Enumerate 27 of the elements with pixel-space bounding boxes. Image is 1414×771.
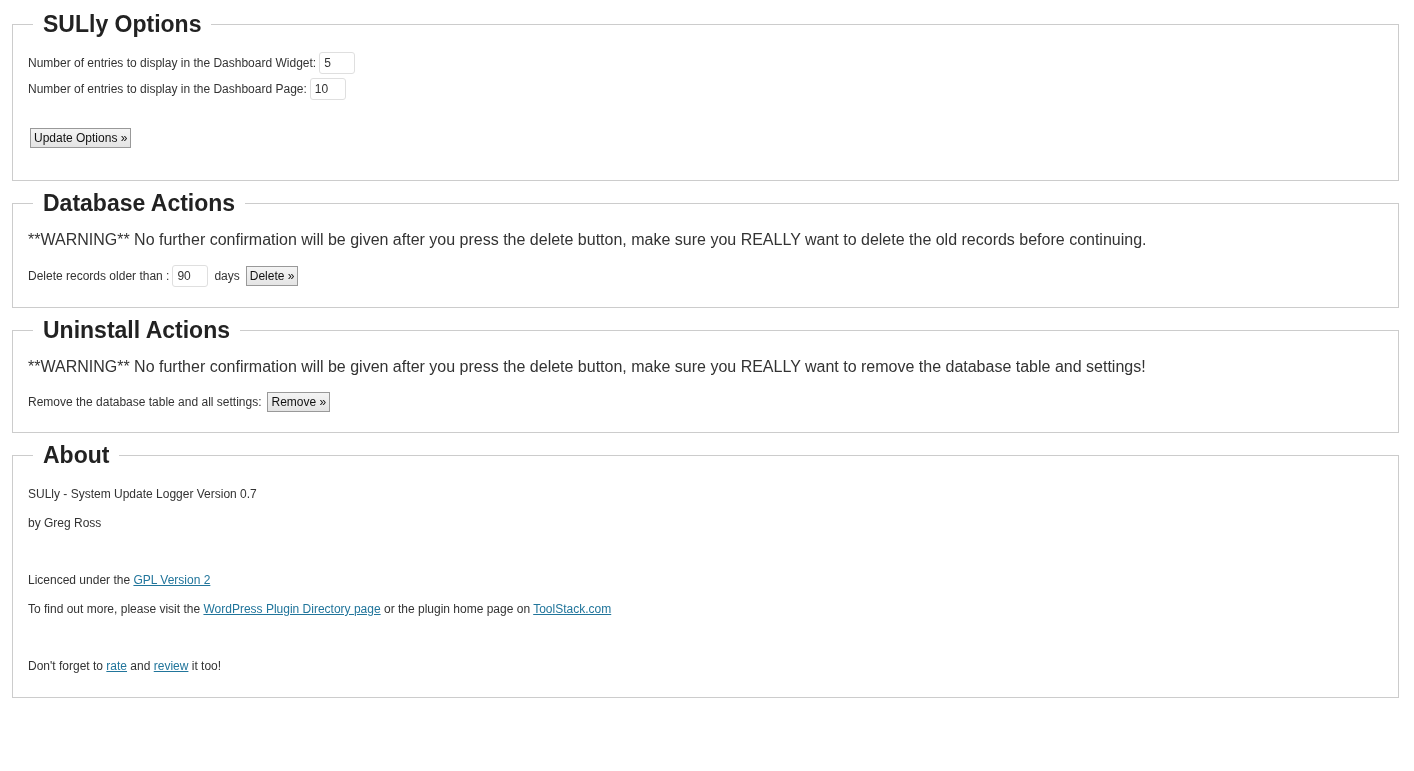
section-title: Database Actions: [42, 189, 237, 218]
action-label: Delete records older than :: [28, 269, 170, 283]
link[interactable]: review: [153, 659, 189, 673]
paragraph: Don't forget to rate and review it too!: [28, 659, 223, 673]
link[interactable]: GPL Version 2: [133, 573, 211, 587]
section-title: SULly Options: [42, 10, 203, 39]
link[interactable]: WordPress Plugin Directory page: [203, 602, 381, 616]
link[interactable]: ToolStack.com: [533, 602, 612, 616]
paragraph: Licenced under the GPL Version 2: [28, 573, 212, 587]
input-field[interactable]: 90: [172, 265, 209, 287]
warning-text: **WARNING** No further confirmation will be given after you press the delete button, make sure you REALLY want to delete the old records before continuing.: [28, 231, 1148, 249]
action-button[interactable]: Remove »: [267, 392, 331, 412]
input-field[interactable]: 5: [319, 52, 356, 74]
paragraph: SULly - System Update Logger Version 0.7: [28, 487, 258, 501]
field-label: Number of entries to display in the Dashboard Widget:: [28, 56, 317, 70]
link[interactable]: rate: [106, 659, 128, 673]
unit-label: days: [214, 269, 240, 283]
update-options-button[interactable]: Update Options »: [30, 128, 132, 148]
action-button[interactable]: Delete »: [245, 266, 299, 286]
warning-text: **WARNING** No further confirmation will be given after you press the delete button, make sure you REALLY want to remove the database table and settings!: [28, 358, 1147, 376]
section-title: Uninstall Actions: [42, 316, 231, 345]
action-label: Remove the database table and all settings:: [28, 395, 262, 409]
input-field[interactable]: 10: [309, 78, 346, 100]
paragraph: To find out more, please visit the WordPress Plugin Directory page or the plugin home page on ToolStack.com: [28, 602, 613, 616]
paragraph: by Greg Ross: [28, 516, 103, 530]
field-label: Number of entries to display in the Dashboard Page:: [28, 82, 307, 96]
section-title: About: [42, 441, 111, 470]
